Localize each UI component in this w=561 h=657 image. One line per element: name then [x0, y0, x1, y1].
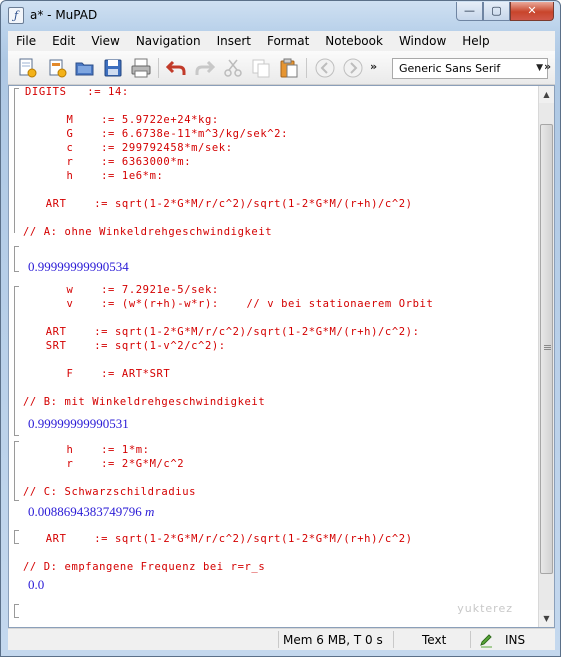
- input-line-art[interactable]: ART := sqrt(1-2*G*M/r/c^2)/sqrt(1-2*G*M/…: [25, 533, 413, 545]
- result-c-unit: m: [145, 504, 155, 519]
- font-family-value: Generic Sans Serif: [399, 62, 501, 75]
- grip-line: [544, 345, 551, 346]
- menu-format[interactable]: Format: [259, 31, 317, 51]
- maximize-button[interactable]: ▢: [483, 2, 510, 21]
- notebook-document[interactable]: DIGITS := 14: M := 5.9722e+24*kg: G := 6…: [9, 86, 539, 627]
- input-line-r[interactable]: r := 2*G*M/c^2: [25, 458, 184, 470]
- input-line-f[interactable]: F := ART*SRT: [25, 368, 170, 380]
- save-icon[interactable]: [102, 57, 124, 79]
- vertical-scrollbar[interactable]: ▲ ▼: [538, 86, 554, 627]
- new-notebook-icon[interactable]: [16, 57, 38, 79]
- input-line-h[interactable]: h := 1*m:: [25, 444, 150, 456]
- comment-line-d[interactable]: // D: empfangene Frequenz bei r=r_s: [23, 561, 265, 573]
- grip-line: [544, 347, 551, 348]
- status-divider: [393, 631, 394, 648]
- minimize-button[interactable]: —: [456, 2, 483, 21]
- scroll-thumb[interactable]: [540, 124, 553, 574]
- chevron-down-icon: ▼: [536, 63, 543, 73]
- comment-line-b[interactable]: // B: mit Winkeldrehgeschwindigkeit: [23, 396, 265, 408]
- input-line-r[interactable]: r := 6363000*m:: [25, 156, 191, 168]
- memory-status: Mem 6 MB, T 0 s: [283, 633, 383, 647]
- window-controls: — ▢ ✕: [456, 2, 554, 21]
- cut-icon[interactable]: [222, 57, 244, 79]
- input-region-bracket[interactable]: [14, 441, 19, 501]
- input-region-bracket[interactable]: [14, 604, 19, 618]
- mupad-window: ƒ a* - MuPAD — ▢ ✕ File Edit View Naviga…: [0, 0, 561, 657]
- menu-navigation[interactable]: Navigation: [128, 31, 209, 51]
- menu-file[interactable]: File: [8, 31, 44, 51]
- toolbar: » Generic Sans Serif ▼ »: [8, 51, 555, 85]
- input-line-v[interactable]: v := (w*(r+h)-w*r): // v bei stationaere…: [25, 298, 433, 310]
- input-region-bracket[interactable]: [14, 88, 19, 233]
- status-divider: [470, 631, 471, 648]
- result-a: 0.99999999990534: [28, 259, 129, 274]
- pen-icon: [480, 634, 492, 648]
- scroll-down-icon[interactable]: ▼: [539, 610, 554, 627]
- watermark: yukterez: [457, 602, 513, 615]
- input-line-w[interactable]: w := 7.2921e-5/sek:: [25, 284, 219, 296]
- toolbar-overflow-icon[interactable]: »: [370, 60, 377, 73]
- paste-icon[interactable]: [278, 57, 300, 79]
- menu-bar: File Edit View Navigation Insert Format …: [8, 31, 555, 51]
- input-line-art[interactable]: ART := sqrt(1-2*G*M/r/c^2)/sqrt(1-2*G*M/…: [25, 198, 413, 210]
- menu-help[interactable]: Help: [454, 31, 497, 51]
- input-line-c[interactable]: c := 299792458*m/sek:: [25, 142, 233, 154]
- insert-mode-status: INS: [505, 633, 526, 647]
- result-c-value: 0.0088694383749796: [28, 504, 142, 519]
- input-line-m[interactable]: M := 5.9722e+24*kg:: [25, 114, 219, 126]
- menu-notebook[interactable]: Notebook: [317, 31, 391, 51]
- copy-icon[interactable]: [250, 57, 272, 79]
- forward-icon[interactable]: [342, 57, 364, 79]
- result-b: 0.99999999990531: [28, 416, 129, 431]
- new-editor-icon[interactable]: [46, 57, 68, 79]
- result-d: 0.0: [28, 577, 45, 592]
- print-icon[interactable]: [130, 57, 152, 79]
- comment-line-a[interactable]: // A: ohne Winkeldrehgeschwindigkeit: [23, 226, 272, 238]
- window-title: a* - MuPAD: [30, 8, 98, 22]
- input-line-digits[interactable]: DIGITS := 14:: [25, 86, 129, 98]
- output-region-bracket[interactable]: [14, 246, 19, 272]
- input-region-bracket[interactable]: [14, 530, 19, 544]
- menu-view[interactable]: View: [83, 31, 127, 51]
- result-c: 0.0088694383749796 m: [28, 504, 154, 520]
- menu-insert[interactable]: Insert: [209, 31, 259, 51]
- input-line-h[interactable]: h := 1e6*m:: [25, 170, 163, 182]
- title-bar[interactable]: ƒ a* - MuPAD — ▢ ✕: [1, 1, 560, 31]
- mupad-app-icon[interactable]: ƒ: [8, 7, 24, 24]
- status-bar: Mem 6 MB, T 0 s Text INS: [8, 628, 555, 650]
- input-line-art[interactable]: ART := sqrt(1-2*G*M/r/c^2)/sqrt(1-2*G*M/…: [25, 326, 420, 338]
- input-line-srt[interactable]: SRT := sqrt(1-v^2/c^2):: [25, 340, 226, 352]
- input-region-bracket[interactable]: [14, 286, 19, 436]
- mode-status: Text: [422, 633, 447, 647]
- grip-line: [544, 349, 551, 350]
- toolbar-separator: [158, 58, 159, 78]
- redo-icon[interactable]: [194, 57, 216, 79]
- menu-window[interactable]: Window: [391, 31, 454, 51]
- toolbar-overflow-right-icon[interactable]: »: [544, 60, 551, 73]
- status-divider: [278, 631, 279, 648]
- input-line-g[interactable]: G := 6.6738e-11*m^3/kg/sek^2:: [25, 128, 288, 140]
- close-button[interactable]: ✕: [510, 2, 554, 21]
- font-family-select[interactable]: Generic Sans Serif ▼: [392, 58, 548, 79]
- menu-edit[interactable]: Edit: [44, 31, 83, 51]
- comment-line-c[interactable]: // C: Schwarzschildradius: [23, 486, 196, 498]
- undo-icon[interactable]: [165, 57, 187, 79]
- notebook-frame: DIGITS := 14: M := 5.9722e+24*kg: G := 6…: [8, 85, 555, 628]
- open-icon[interactable]: [74, 57, 96, 79]
- scroll-up-icon[interactable]: ▲: [539, 86, 554, 103]
- back-icon[interactable]: [314, 57, 336, 79]
- toolbar-separator: [306, 58, 307, 78]
